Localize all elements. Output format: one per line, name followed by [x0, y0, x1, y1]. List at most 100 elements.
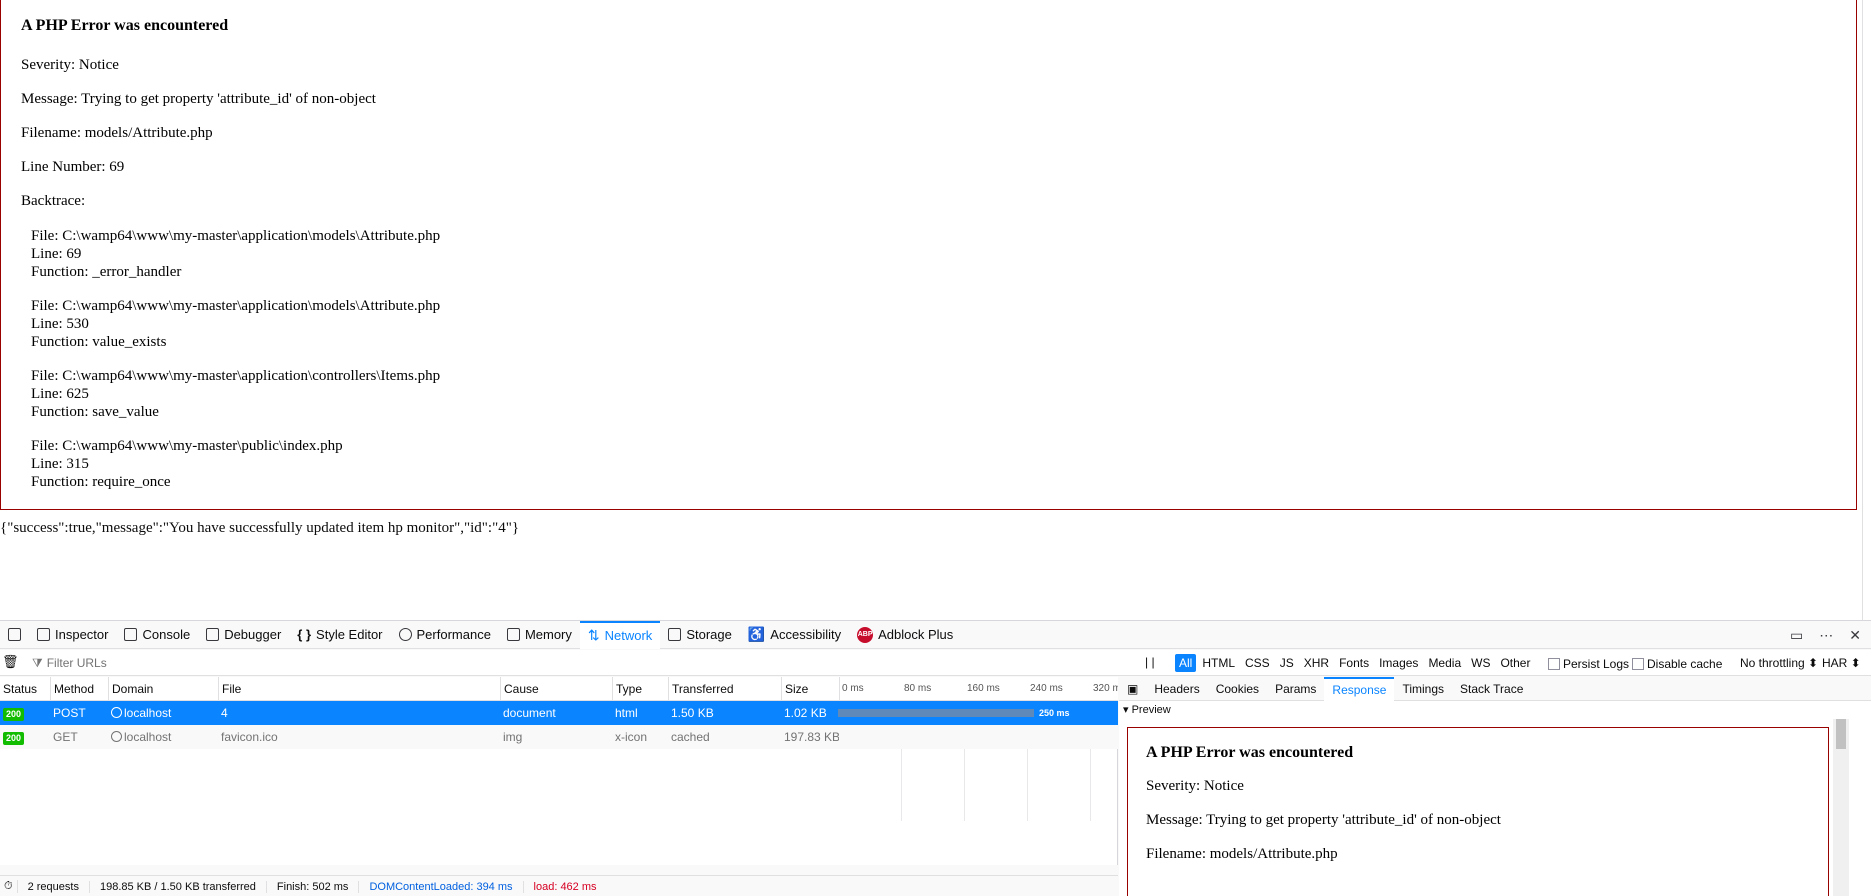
console-icon	[124, 628, 138, 641]
clear-requests-icon[interactable]: 🗑	[2, 654, 19, 670]
column-status[interactable]: Status	[0, 677, 50, 701]
tab-accessibility[interactable]: ♿ Accessibility	[740, 621, 849, 649]
tab-label: Inspector	[55, 627, 109, 642]
tab-storage[interactable]: Storage	[660, 621, 740, 649]
tab-inspector[interactable]: Inspector	[29, 621, 116, 649]
devtools-toolbar: Inspector Console Debugger { } Style Edit…	[0, 620, 1871, 649]
php-backtrace-label: Backtrace:	[21, 193, 86, 209]
filter-html[interactable]: HTML	[1198, 654, 1239, 672]
waterfall-tick: 160 ms	[967, 683, 1000, 694]
filter-media[interactable]: Media	[1424, 654, 1465, 672]
filter-all[interactable]: All	[1175, 654, 1197, 672]
table-row[interactable]: 200 POST localhost 4 document html 1.50 …	[0, 701, 1118, 725]
har-menu[interactable]: HAR ⬍	[1822, 656, 1861, 670]
storage-icon	[668, 628, 682, 641]
transferred-cell: cached	[671, 730, 710, 744]
filter-xhr[interactable]: XHR	[1300, 654, 1333, 672]
tab-adblock-plus[interactable]: ABP Adblock Plus	[849, 621, 961, 649]
tab-label: Storage	[686, 627, 732, 642]
backtrace-file: File: C:\wamp64\www\my-master\applicatio…	[31, 298, 441, 314]
php-severity: Severity: Notice	[21, 57, 119, 73]
table-header: Status Method Domain File Cause Type Tra…	[0, 677, 1118, 701]
tab-headers[interactable]: Headers	[1146, 677, 1207, 701]
column-cause[interactable]: Cause	[500, 677, 612, 701]
footer-requests: 2 requests	[18, 880, 90, 893]
footer-finish: Finish: 502 ms	[267, 880, 360, 893]
status-badge: 200	[3, 708, 25, 721]
checkbox-box	[1632, 658, 1644, 670]
preview-error-title: A PHP Error was encountered	[1146, 744, 1354, 761]
preview-toggle[interactable]: ▾ Preview	[1119, 703, 1171, 716]
tab-debugger[interactable]: Debugger	[198, 621, 289, 649]
backtrace-function: Function: save_value	[31, 404, 159, 420]
size-cell: 197.83 KB	[784, 730, 839, 744]
column-transferred[interactable]: Transferred	[668, 677, 781, 701]
type-cell: x-icon	[615, 730, 648, 744]
domain-text: localhost	[124, 730, 172, 744]
filter-fonts[interactable]: Fonts	[1335, 654, 1373, 672]
tab-response[interactable]: Response	[1324, 676, 1395, 701]
filter-other[interactable]: Other	[1496, 654, 1534, 672]
filter-js[interactable]: JS	[1276, 654, 1298, 672]
toggle-sidebar-icon[interactable]: ▣	[1119, 677, 1146, 701]
network-summary-footer: ⏱ 2 requests 198.85 KB / 1.50 KB transfe…	[0, 875, 1118, 896]
column-waterfall[interactable]: 0 ms 80 ms 160 ms 240 ms 320 ms	[839, 677, 1118, 701]
tab-stack-trace[interactable]: Stack Trace	[1452, 677, 1531, 701]
throttling-select[interactable]: No throttling ⬍	[1740, 656, 1818, 670]
devtools-panel: Inspector Console Debugger { } Style Edit…	[0, 620, 1871, 896]
tab-memory[interactable]: Memory	[499, 621, 580, 649]
tab-label: Memory	[524, 627, 572, 642]
backtrace-file: File: C:\wamp64\www\my-master\applicatio…	[31, 368, 441, 384]
dock-side-icon[interactable]: ▭	[1790, 627, 1803, 644]
filter-urls-input[interactable]: ⧩ Filter URLs	[32, 655, 332, 671]
type-cell: html	[615, 706, 638, 720]
filter-ws[interactable]: WS	[1467, 654, 1494, 672]
preview-scrollbar[interactable]	[1833, 719, 1849, 896]
table-row[interactable]: 200 GET localhost favicon.ico img x-icon…	[0, 725, 1118, 749]
preview-severity: Severity: Notice	[1146, 778, 1244, 794]
filter-placeholder: Filter URLs	[46, 656, 107, 670]
method-cell: GET	[53, 730, 78, 744]
backtrace-line: Line: 530	[31, 316, 89, 332]
column-domain[interactable]: Domain	[108, 677, 218, 701]
backtrace-function: Function: _error_handler	[31, 264, 182, 280]
persist-logs-label: Persist Logs	[1563, 657, 1630, 671]
column-method[interactable]: Method	[50, 677, 108, 701]
filter-images[interactable]: Images	[1375, 654, 1422, 672]
file-cell: favicon.ico	[221, 730, 278, 744]
tab-label: Style Editor	[316, 627, 383, 642]
tab-cookies[interactable]: Cookies	[1208, 677, 1267, 701]
backtrace-file: File: C:\wamp64\www\my-master\applicatio…	[31, 228, 441, 244]
tab-timings[interactable]: Timings	[1394, 677, 1452, 701]
disable-cache-checkbox[interactable]: Disable cache	[1632, 657, 1722, 671]
tab-console[interactable]: Console	[116, 621, 198, 649]
preview-label: Preview	[1131, 704, 1171, 716]
pick-element-icon	[8, 628, 21, 641]
filter-css[interactable]: CSS	[1241, 654, 1274, 672]
footer-transferred: 198.85 KB / 1.50 KB transferred	[90, 880, 267, 893]
backtrace-file: File: C:\wamp64\www\my-master\public\ind…	[31, 438, 343, 454]
pick-element-button[interactable]	[0, 621, 29, 649]
more-options-icon[interactable]: ⋯	[1819, 627, 1833, 644]
network-filter-bar: 🗑 ⧩ Filter URLs | | All HTML CSS JS XHR …	[0, 650, 1871, 676]
tab-style-editor[interactable]: { } Style Editor	[289, 621, 390, 649]
details-tabs: ▣ Headers Cookies Params Response Timing…	[1119, 676, 1871, 701]
column-file[interactable]: File	[218, 677, 500, 701]
close-icon[interactable]: ✕	[1849, 627, 1861, 644]
column-type[interactable]: Type	[612, 677, 668, 701]
column-size[interactable]: Size	[781, 677, 839, 701]
chevron-down-icon: ▾	[1123, 704, 1132, 716]
tab-performance[interactable]: Performance	[391, 621, 499, 649]
scrollbar-thumb[interactable]	[1836, 719, 1846, 749]
page-scrollbar[interactable]	[1862, 0, 1871, 620]
tab-network[interactable]: ⇅ Network	[579, 620, 661, 649]
persist-logs-checkbox[interactable]: Persist Logs	[1548, 657, 1629, 671]
tab-label: Accessibility	[770, 627, 842, 642]
php-filename: Filename: models/Attribute.php	[21, 125, 213, 141]
pause-icon[interactable]: | |	[1145, 655, 1155, 669]
stopwatch-icon: ⏱	[0, 880, 18, 893]
domain-cell: localhost	[108, 725, 218, 749]
tab-params[interactable]: Params	[1267, 677, 1324, 701]
size-cell: 1.02 KB	[784, 706, 827, 720]
php-message: Message: Trying to get property 'attribu…	[21, 91, 376, 107]
